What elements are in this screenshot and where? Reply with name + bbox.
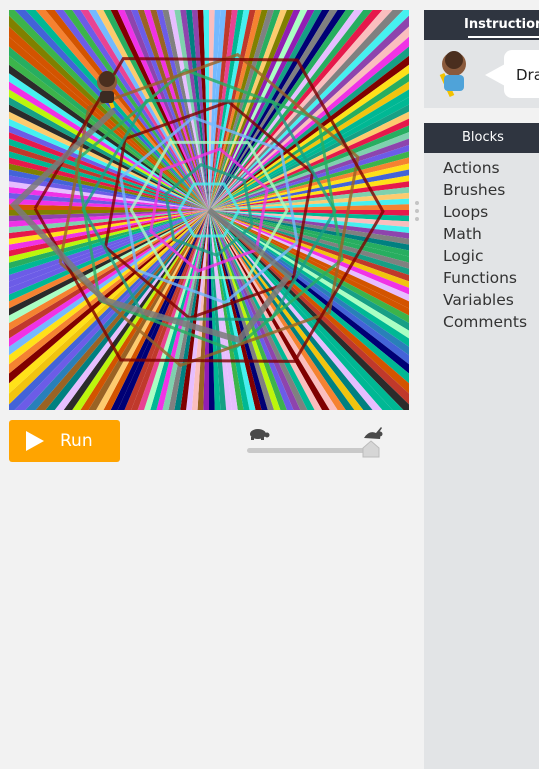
speed-track: [247, 448, 375, 453]
blocks-header: Blocks: [424, 123, 539, 153]
toolbox-category-variables[interactable]: Variables: [443, 289, 539, 311]
speed-thumb[interactable]: [362, 440, 380, 458]
instructions-header[interactable]: Instructions: [424, 10, 539, 40]
speed-slider[interactable]: [245, 424, 385, 464]
drag-handle-icon[interactable]: [414, 199, 420, 223]
toolbox-category-actions[interactable]: Actions: [443, 157, 539, 179]
instructions-underline: [468, 36, 539, 38]
toolbox-category-logic[interactable]: Logic: [443, 245, 539, 267]
turtle-icon: [250, 429, 270, 440]
toolbox-category-comments[interactable]: Comments: [443, 311, 539, 333]
drawing-canvas: [9, 10, 409, 410]
run-button[interactable]: Run: [9, 420, 120, 462]
instructions-text: Draw: [516, 66, 539, 84]
toolbox-category-functions[interactable]: Functions: [443, 267, 539, 289]
artwork: [9, 10, 409, 410]
speech-bubble-tail: [485, 64, 505, 86]
instructions-panel: Draw: [424, 40, 539, 108]
instructions-title: Instructions: [464, 17, 539, 32]
toolbox-category-math[interactable]: Math: [443, 223, 539, 245]
speech-bubble: Draw: [504, 50, 539, 98]
toolbox-category-loops[interactable]: Loops: [443, 201, 539, 223]
play-icon: [26, 431, 44, 451]
toolbox-category-brushes[interactable]: Brushes: [443, 179, 539, 201]
blocks-title: Blocks: [462, 130, 504, 145]
block-toolbox: Actions Brushes Loops Math Logic Functio…: [424, 153, 539, 769]
run-button-label: Run: [60, 431, 93, 451]
artist-avatar-icon: [439, 51, 466, 98]
